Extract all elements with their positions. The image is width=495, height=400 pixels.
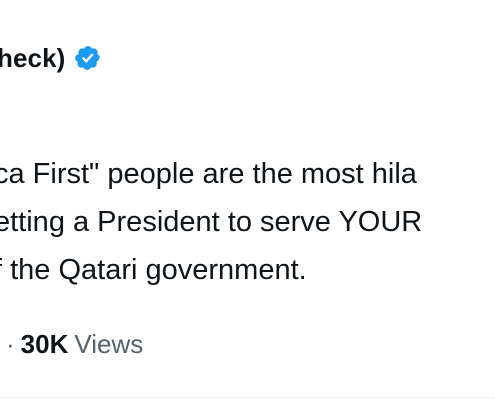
tweet-text-line: f the Qatari government. — [0, 254, 307, 286]
author-row: heck) — [0, 40, 102, 76]
tweet-text-line: etting a President to serve YOUR — [0, 206, 423, 238]
tweet-text: ca First" people are the most hila ettin… — [0, 150, 495, 294]
views-label[interactable]: Views — [74, 329, 143, 360]
tweet-card: heck) ca First" people are the most hila… — [0, 0, 495, 400]
tweet-meta: · 30K Views — [6, 326, 143, 362]
views-count[interactable]: 30K — [21, 329, 69, 360]
divider — [0, 397, 495, 398]
tweet-text-line: ca First" people are the most hila — [0, 158, 417, 190]
verified-badge-icon[interactable] — [74, 44, 102, 72]
meta-separator: · — [6, 328, 15, 359]
author-display-name[interactable]: heck) — [0, 43, 65, 74]
